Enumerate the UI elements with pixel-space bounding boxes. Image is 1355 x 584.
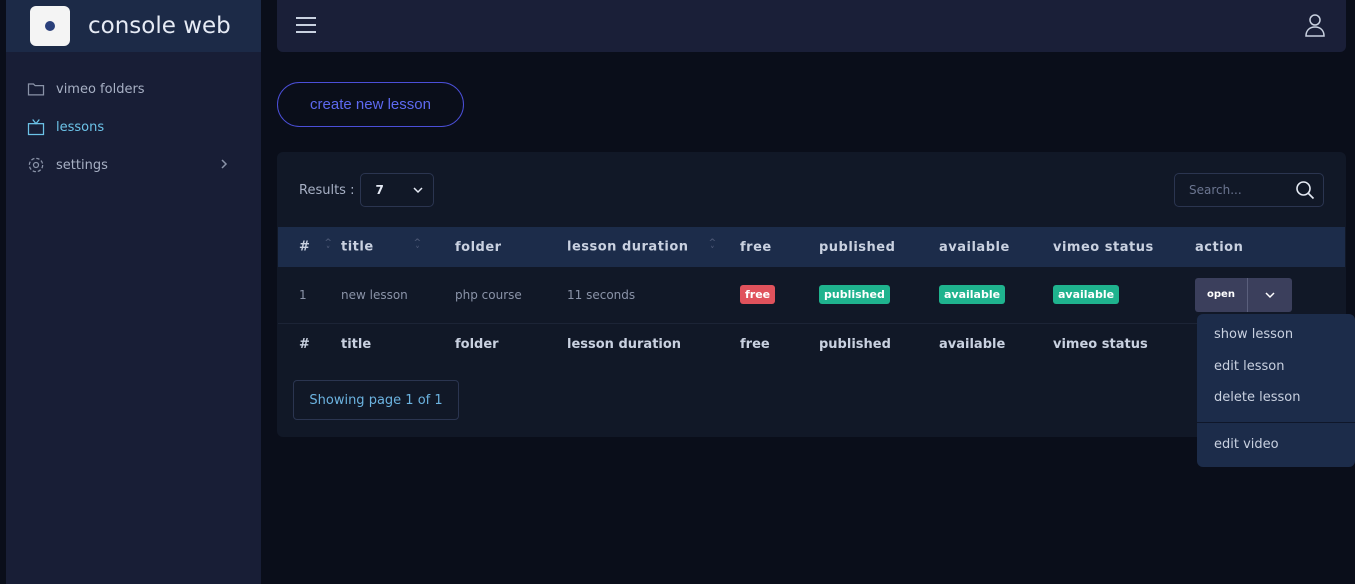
action-button-group: open [1195,277,1292,312]
footer-vimeo-status: vimeo status [1053,336,1148,352]
search-icon[interactable] [1295,180,1315,200]
free-badge: free [740,285,776,305]
cell-title: new lesson [341,267,455,324]
footer-free: free [740,336,770,352]
footer-available: available [939,336,1006,352]
open-button[interactable]: open [1195,277,1248,312]
topbar [277,0,1346,52]
gear-icon [28,157,44,173]
user-icon[interactable] [1304,13,1326,37]
sidebar-item-settings[interactable]: settings [6,146,261,184]
footer-published: published [819,336,891,352]
column-header-duration[interactable]: lesson duration ^ ˅ [567,227,740,267]
column-header-available[interactable]: available [939,227,1053,267]
sidebar-nav: vimeo folders lessons settings [6,70,261,184]
table-row: 1 new lesson php course 11 seconds free … [278,267,1345,324]
search-input[interactable]: Search... [1174,173,1324,207]
available-badge: available [939,285,1006,305]
menu-divider [1197,421,1355,423]
cell-duration: 11 seconds [567,267,740,324]
chevron-right-icon [221,159,228,169]
table-footer-row: # title folder lesson duration free publ… [278,323,1345,365]
menu-item-edit-lesson[interactable]: edit lesson [1197,351,1355,383]
sidebar: console web vimeo folders lessons settin… [6,0,261,584]
footer-number: # [299,336,310,352]
search-placeholder: Search... [1189,183,1242,197]
cell-folder: php course [455,267,567,324]
column-header-vimeo-status[interactable]: vimeo status [1053,227,1195,267]
table-header-row: # ^ ˅ title ^ ˅ folder lesson duration ^ ˅ fre… [278,227,1345,267]
vimeo-status-badge: available [1053,285,1120,305]
app-title: console web [88,13,231,39]
column-header-action: action [1195,227,1345,267]
results-select[interactable]: 7 [360,173,435,207]
sort-icon[interactable]: ^ ˅ [709,239,717,256]
tv-icon [27,119,45,136]
lessons-card: Results : 7 Search... # ^ ˅ title ^ ˅ folder… [277,152,1346,437]
chevron-down-icon [1265,292,1275,298]
lessons-table: # ^ ˅ title ^ ˅ folder lesson duration ^ ˅ fre… [278,227,1345,365]
sidebar-item-label: vimeo folders [56,81,145,97]
menu-item-show-lesson[interactable]: show lesson [1197,319,1355,351]
published-badge: published [819,285,890,305]
column-header-folder[interactable]: folder [455,227,567,267]
sidebar-item-label: lessons [56,119,105,135]
column-header-number[interactable]: # ^ ˅ [278,227,341,267]
sidebar-item-lessons[interactable]: lessons [6,108,261,146]
action-dropdown-menu: show lesson edit lesson delete lesson ed… [1197,314,1355,467]
column-header-title[interactable]: title ^ ˅ [341,227,455,267]
action-dropdown-toggle[interactable] [1248,278,1292,312]
menu-item-delete-lesson[interactable]: delete lesson [1197,382,1355,414]
column-header-published[interactable]: published [819,227,939,267]
footer-title: title [341,336,372,352]
sort-icon[interactable]: ^ ˅ [414,239,422,256]
sidebar-item-vimeo-folders[interactable]: vimeo folders [6,70,261,108]
results-label: Results : [299,182,355,198]
folder-icon [27,83,45,96]
sort-icon[interactable]: ^ ˅ [324,239,332,256]
chevron-down-icon [413,187,423,194]
create-lesson-button[interactable]: create new lesson [277,82,464,127]
results-control: Results : 7 [299,173,435,207]
logo [30,6,70,46]
results-value: 7 [375,183,384,197]
pagination-info: Showing page 1 of 1 [293,380,459,420]
menu-item-edit-video[interactable]: edit video [1197,429,1355,461]
menu-icon[interactable] [295,16,317,34]
column-header-free[interactable]: free [740,227,819,267]
cell-number: 1 [278,267,341,324]
footer-folder: folder [455,336,499,352]
footer-duration: lesson duration [567,336,682,352]
brand: console web [6,0,261,52]
sidebar-item-label: settings [56,157,108,173]
